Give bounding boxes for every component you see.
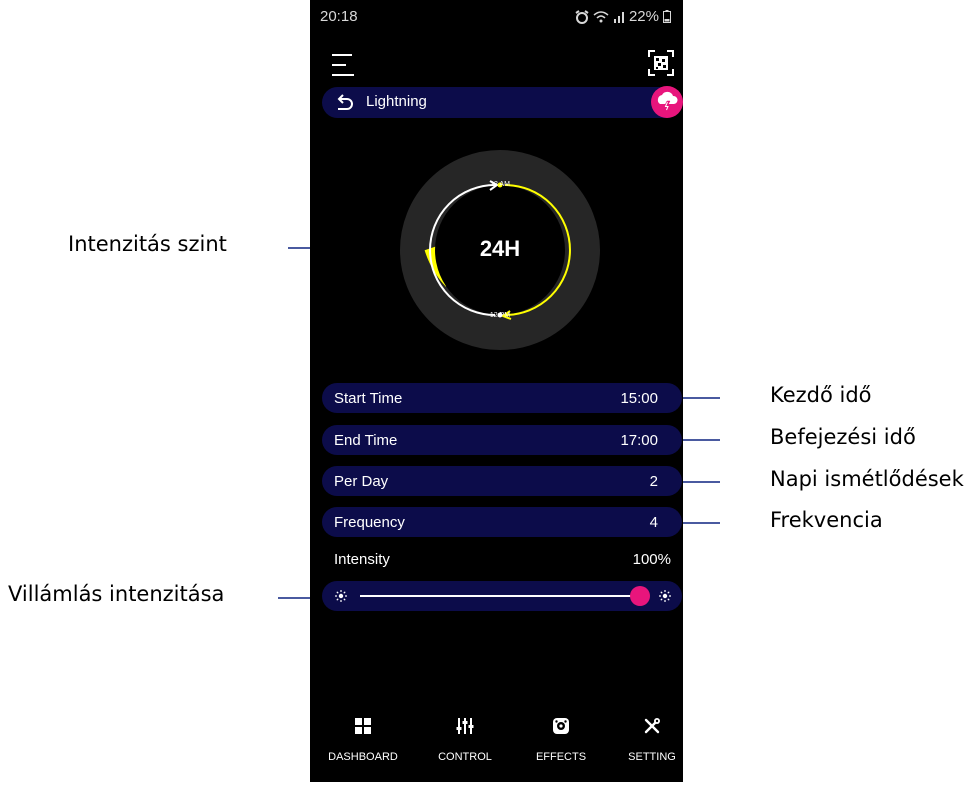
callout-start-time: Kezdő idő <box>770 383 872 407</box>
nav-effects-label: EFFECTS <box>535 751 587 763</box>
nav-setting[interactable]: SETTING <box>607 712 683 768</box>
status-time: 20:18 <box>320 8 358 25</box>
callout-end-time: Befejezési idő <box>770 425 916 449</box>
timer-dial[interactable]: 12 AM 24H 12 PM <box>400 150 600 350</box>
dashboard-icon <box>355 718 371 734</box>
dial-mark-12am: 12 AM <box>490 181 510 188</box>
nav-control[interactable]: CONTROL <box>420 712 510 768</box>
menu-icon[interactable] <box>332 52 354 78</box>
signal-icon <box>613 11 624 23</box>
nav-effects[interactable]: EFFECTS <box>516 712 606 768</box>
callout-lightning-intensity: Villámlás intenzitása <box>8 582 225 606</box>
start-time-value: 15:00 <box>620 390 658 407</box>
phone-screen: 20:18 22% Lightning 12 AM 24H 12 PM Star… <box>310 0 683 782</box>
intensity-slider[interactable] <box>322 581 682 611</box>
status-bar: 20:18 22% <box>310 8 683 28</box>
battery-percent: 22% <box>628 8 659 25</box>
intensity-label: Intensity <box>334 551 390 568</box>
per-day-label: Per Day <box>334 473 389 490</box>
dial-mark-12pm: 12 PM <box>489 312 511 319</box>
tools-icon <box>644 718 660 734</box>
effect-title: Lightning <box>366 93 427 110</box>
frequency-row[interactable]: Frequency 4 <box>322 507 682 537</box>
per-day-value: 2 <box>649 473 658 490</box>
sliders-icon <box>456 718 474 734</box>
nav-dashboard-label: DASHBOARD <box>328 751 398 763</box>
nav-dashboard[interactable]: DASHBOARD <box>318 712 408 768</box>
effect-header-bar: Lightning <box>322 86 683 118</box>
callout-intensity-level: Intenzitás szint <box>68 232 227 256</box>
slider-track[interactable] <box>360 595 640 597</box>
slider-thumb[interactable] <box>630 586 650 606</box>
alarm-icon <box>575 9 589 24</box>
effects-icon <box>553 718 569 734</box>
start-time-label: Start Time <box>334 390 403 407</box>
start-time-row[interactable]: Start Time 15:00 <box>322 383 682 413</box>
callout-per-day: Napi ismétlődések <box>770 467 964 491</box>
brightness-low-icon <box>335 590 347 602</box>
status-icons: 22% <box>575 8 671 25</box>
wifi-icon <box>593 10 609 22</box>
end-time-row[interactable]: End Time 17:00 <box>322 425 682 455</box>
per-day-row[interactable]: Per Day 2 <box>322 466 682 496</box>
brightness-high-icon <box>659 590 671 602</box>
frequency-value: 4 <box>649 514 658 531</box>
nav-control-label: CONTROL <box>438 751 492 763</box>
callout-frequency: Frekvencia <box>770 508 883 532</box>
frequency-label: Frequency <box>334 514 405 531</box>
end-time-value: 17:00 <box>620 432 658 449</box>
back-arrow-icon[interactable] <box>334 94 354 112</box>
dial-center-label: 24H <box>479 236 521 261</box>
battery-icon <box>663 10 671 23</box>
nav-setting-label: SETTING <box>628 751 676 763</box>
intensity-value: 100% <box>632 551 671 568</box>
qr-code-icon[interactable] <box>648 50 674 76</box>
end-time-label: End Time <box>334 432 398 449</box>
cloud-lightning-icon[interactable] <box>651 86 683 118</box>
